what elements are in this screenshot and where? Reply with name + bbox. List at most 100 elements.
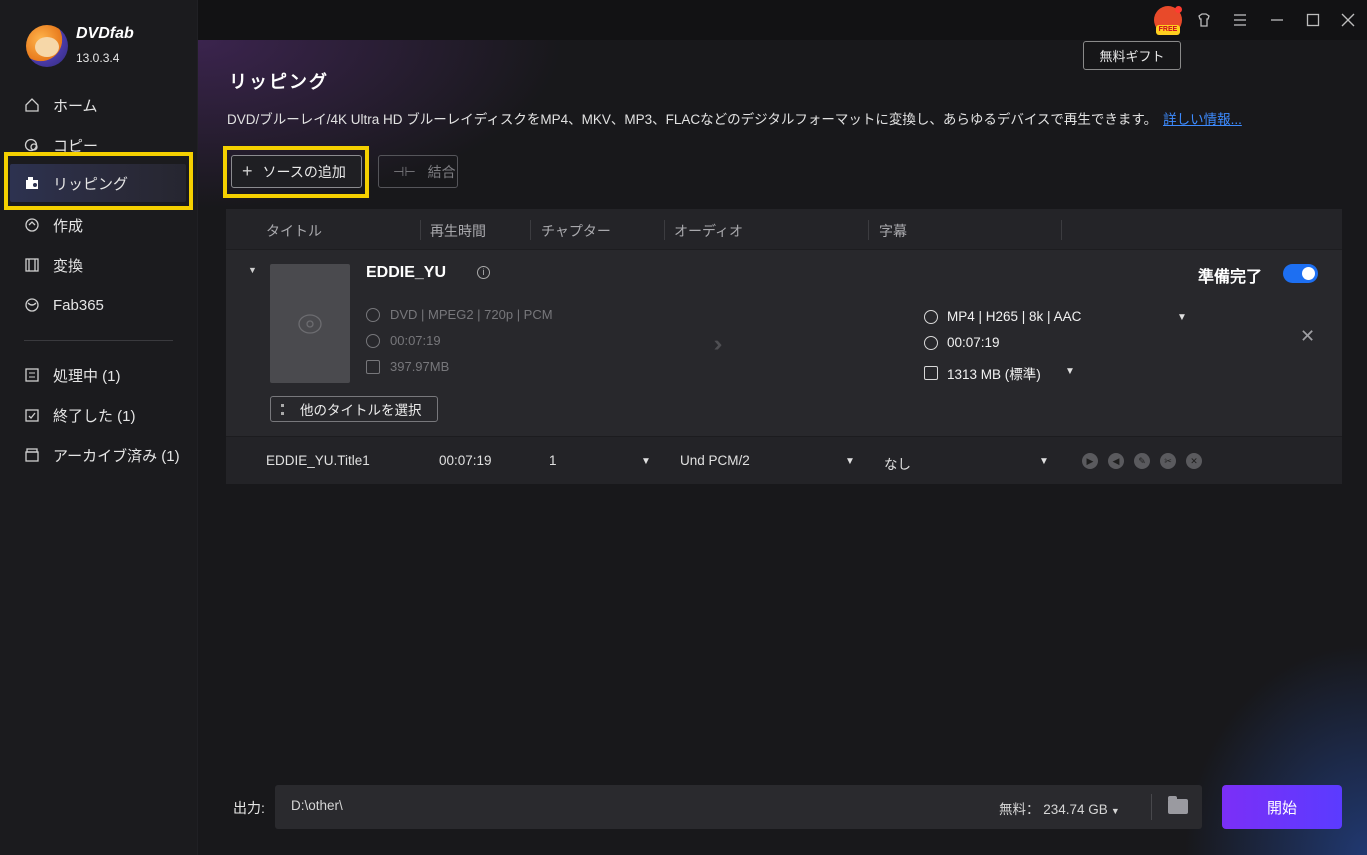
more-info-link[interactable]: 詳しい情報... bbox=[1163, 112, 1242, 127]
collapse-caret-icon[interactable]: ▼ bbox=[248, 265, 257, 275]
select-other-titles-label: 他のタイトルを選択 bbox=[300, 403, 422, 418]
col-duration: 再生時間 bbox=[430, 223, 486, 239]
free-badge: FREE bbox=[1156, 25, 1180, 35]
app-version: 13.0.3.4 bbox=[76, 51, 120, 65]
sidebar-item-label: リッピング bbox=[53, 175, 129, 193]
row-chapter[interactable]: 1 bbox=[549, 453, 557, 468]
col-divider bbox=[1061, 220, 1062, 240]
dvdfab-logo bbox=[26, 25, 68, 67]
add-source-button[interactable]: + ソースの追加 bbox=[231, 155, 362, 188]
source-size: 397.97MB bbox=[366, 359, 449, 374]
row-audio[interactable]: Und PCM/2 bbox=[680, 453, 750, 468]
free-gift-tooltip: 無料ギフト bbox=[1083, 41, 1181, 70]
sidebar-item-copy[interactable]: コピー bbox=[0, 125, 198, 165]
free-space-dropdown-icon: ▼ bbox=[1110, 806, 1120, 816]
skin-icon[interactable] bbox=[1193, 9, 1215, 31]
maximize-icon[interactable] bbox=[1302, 9, 1324, 31]
table-row[interactable]: EDDIE_YU.Title1 00:07:19 1 ▼ Und PCM/2 ▼… bbox=[226, 436, 1342, 484]
sidebar-item-label: 処理中 (1) bbox=[53, 367, 121, 385]
brand-name: DVDfab bbox=[76, 25, 134, 42]
output-size[interactable]: 1313 MB (標準) bbox=[924, 363, 1041, 383]
home-icon bbox=[24, 97, 40, 113]
output-duration: 00:07:19 bbox=[924, 335, 1000, 350]
sidebar-item-label: アーカイブ済み (1) bbox=[53, 447, 180, 465]
merge-button[interactable]: ⊣⊢ 結合 bbox=[378, 155, 458, 188]
title-bar bbox=[198, 0, 1367, 40]
sidebar-item-home[interactable]: ホーム bbox=[0, 85, 198, 125]
advanced-settings-icon[interactable]: ✂ bbox=[1160, 453, 1176, 469]
sidebar-item-processing[interactable]: 処理中 (1) bbox=[0, 355, 198, 395]
folder-icon[interactable] bbox=[1168, 796, 1188, 814]
audio-settings-icon[interactable]: ◀ bbox=[1108, 453, 1124, 469]
source-format: DVD | MPEG2 | 720p | PCM bbox=[366, 307, 553, 322]
menu-icon[interactable] bbox=[1229, 9, 1251, 31]
page-description: DVD/ブルーレイ/4K Ultra HD ブルーレイディスクをMP4、MKV、… bbox=[227, 108, 1242, 128]
sidebar-item-label: 終了した (1) bbox=[53, 407, 136, 425]
row-subtitle[interactable]: なし bbox=[884, 453, 911, 473]
status-label: 準備完了 bbox=[1198, 269, 1263, 286]
select-other-titles-button[interactable]: 他のタイトルを選択 bbox=[270, 396, 438, 422]
finished-icon bbox=[24, 407, 40, 423]
output-path: D:\other\ bbox=[291, 798, 343, 813]
size-dropdown-icon[interactable]: ▼ bbox=[1065, 366, 1075, 377]
free-space[interactable]: 無料： 234.74 GB ▼ bbox=[999, 798, 1120, 818]
converter-icon bbox=[24, 257, 40, 273]
merge-label: 結合 bbox=[427, 163, 456, 180]
sidebar-item-fab365[interactable]: Fab365 bbox=[0, 285, 198, 325]
sidebar-item-converter[interactable]: 変換 bbox=[0, 245, 198, 285]
sidebar-item-archive[interactable]: アーカイブ済み (1) bbox=[0, 435, 198, 475]
chapter-dropdown-icon[interactable]: ▼ bbox=[641, 456, 651, 467]
notification-dot bbox=[1175, 6, 1182, 13]
ripper-icon bbox=[24, 175, 40, 191]
sidebar-item-creator[interactable]: 作成 bbox=[0, 205, 198, 245]
sidebar-item-label: ホーム bbox=[53, 97, 98, 115]
sidebar-item-label: 作成 bbox=[53, 217, 84, 235]
col-divider bbox=[530, 220, 531, 240]
edit-icon[interactable]: ✎ bbox=[1134, 453, 1150, 469]
play-icon[interactable]: ▶ bbox=[1082, 453, 1098, 469]
plus-icon: + bbox=[242, 161, 253, 181]
subtitle-dropdown-icon[interactable]: ▼ bbox=[1039, 456, 1049, 467]
archive-icon bbox=[24, 447, 40, 463]
clock-icon bbox=[924, 335, 938, 350]
col-subtitle: 字幕 bbox=[879, 223, 907, 239]
col-divider bbox=[420, 220, 421, 240]
format-dropdown-icon[interactable]: ▼ bbox=[1177, 312, 1187, 323]
title-name: EDDIE_YU bbox=[366, 264, 447, 281]
output-size-text: 1313 MB (標準) bbox=[947, 367, 1041, 382]
sidebar-item-label: Fab365 bbox=[53, 296, 104, 314]
fab365-icon bbox=[24, 297, 40, 313]
sidebar-item-label: コピー bbox=[53, 137, 99, 155]
output-duration-text: 00:07:19 bbox=[947, 335, 1000, 350]
close-icon[interactable] bbox=[1337, 9, 1359, 31]
minimize-icon[interactable] bbox=[1266, 9, 1288, 31]
row-duration: 00:07:19 bbox=[439, 453, 492, 468]
disc-icon bbox=[366, 307, 380, 322]
col-title: タイトル bbox=[266, 223, 322, 239]
sidebar: DVDfab 13.0.3.4 ホーム コピー リッピング 作成 変換 Fab3… bbox=[0, 0, 198, 855]
description-text: DVD/ブルーレイ/4K Ultra HD ブルーレイディスクをMP4、MKV、… bbox=[227, 112, 1158, 127]
col-audio: オーディオ bbox=[674, 223, 744, 239]
sidebar-item-ripper[interactable]: リッピング bbox=[10, 164, 186, 202]
delete-row-icon[interactable]: ✕ bbox=[1186, 453, 1202, 469]
table-header: タイトル 再生時間 チャプター オーディオ 字幕 bbox=[226, 209, 1342, 250]
sidebar-item-finished[interactable]: 終了した (1) bbox=[0, 395, 198, 435]
info-icon[interactable]: i bbox=[477, 266, 490, 279]
disc-thumbnail bbox=[270, 264, 350, 383]
output-path-field[interactable]: D:\other\ 無料： 234.74 GB ▼ bbox=[275, 785, 1202, 829]
copy-icon bbox=[24, 137, 40, 153]
enable-toggle[interactable] bbox=[1283, 264, 1318, 283]
source-duration: 00:07:19 bbox=[366, 333, 441, 348]
start-button[interactable]: 開始 bbox=[1222, 785, 1342, 829]
list-icon bbox=[281, 403, 292, 415]
col-chapter: チャプター bbox=[541, 223, 611, 239]
creator-icon bbox=[24, 217, 40, 233]
row-title: EDDIE_YU.Title1 bbox=[266, 453, 370, 468]
output-format[interactable]: MP4 | H265 | 8k | AAC bbox=[924, 309, 1081, 324]
source-format-text: DVD | MPEG2 | 720p | PCM bbox=[390, 307, 553, 322]
audio-dropdown-icon[interactable]: ▼ bbox=[845, 456, 855, 467]
source-duration-text: 00:07:19 bbox=[390, 333, 441, 348]
remove-title-icon[interactable]: ✕ bbox=[1300, 326, 1315, 347]
free-space-text: 無料： 234.74 GB bbox=[999, 802, 1108, 817]
processing-icon bbox=[24, 367, 40, 383]
